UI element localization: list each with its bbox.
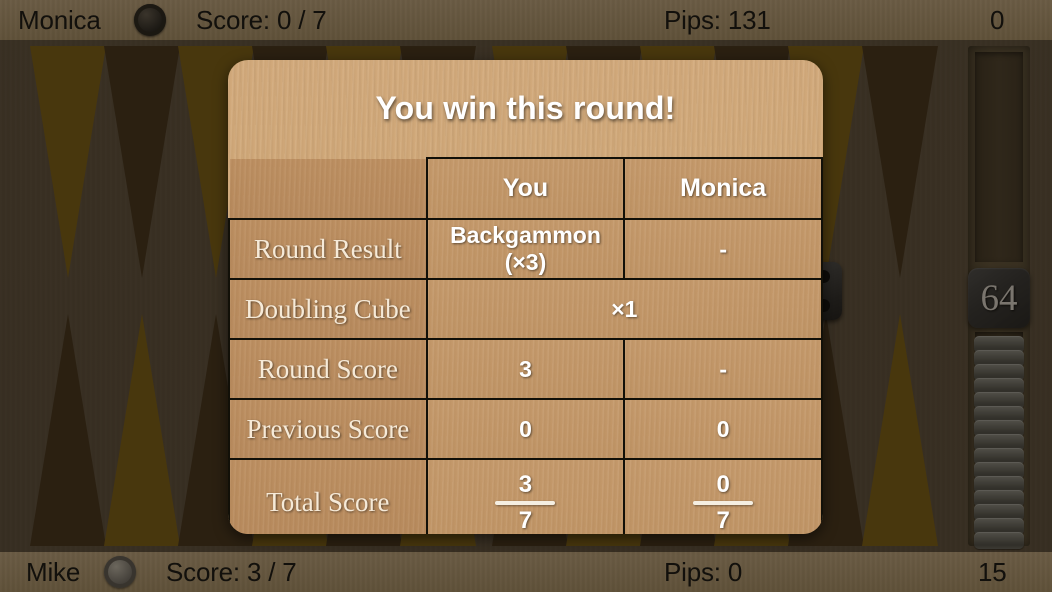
bottom-score: Score: 3 / 7 bbox=[166, 557, 297, 587]
total-score-opponent-fraction: 0 7 bbox=[625, 471, 821, 534]
total-score-opponent-denominator: 7 bbox=[716, 506, 730, 534]
light-checker-icon bbox=[104, 556, 136, 588]
round-result-opponent: - bbox=[623, 218, 823, 280]
header-you: You bbox=[425, 157, 626, 220]
bottom-borne-off-count: 15 bbox=[978, 557, 1007, 587]
bottom-info-bar: Mike Score: 3 / 7 Pips: 0 15 bbox=[0, 552, 1052, 592]
total-score-you: 3 7 bbox=[425, 458, 626, 534]
table-row: Previous Score 0 0 bbox=[228, 398, 823, 460]
doubling-cube-multiplier: ×1 bbox=[425, 278, 823, 340]
row-label-round-result: Round Result bbox=[228, 218, 428, 280]
top-pips: Pips: 131 bbox=[664, 5, 771, 35]
total-score-you-fraction: 3 7 bbox=[428, 471, 624, 534]
fraction-bar bbox=[495, 500, 556, 505]
row-label-doubling-cube: Doubling Cube bbox=[228, 278, 428, 340]
round-score-opponent: - bbox=[623, 338, 823, 400]
previous-score-opponent: 0 bbox=[623, 398, 823, 460]
bottom-pips: Pips: 0 bbox=[664, 557, 743, 587]
table-row: Round Score 3 - bbox=[228, 338, 823, 400]
total-score-you-numerator: 3 bbox=[518, 471, 533, 499]
row-label-round-score: Round Score bbox=[228, 338, 428, 400]
table-row: Doubling Cube ×1 bbox=[228, 278, 823, 340]
top-score: Score: 0 / 7 bbox=[196, 5, 327, 35]
fraction-bar bbox=[693, 500, 754, 505]
top-player-name: Monica bbox=[18, 5, 101, 35]
table-row: Total Score 3 7 0 7 bbox=[228, 458, 823, 534]
table-row: Round Result Backgammon (×3) - bbox=[228, 218, 823, 280]
top-borne-off-count: 0 bbox=[990, 5, 1005, 35]
dialog-title: You win this round! bbox=[375, 90, 676, 126]
header-blank-cell bbox=[229, 158, 428, 220]
game-screen: 64 Monica Score: 0 / 7 Pips: 131 0 Mike … bbox=[0, 0, 1052, 592]
dark-checker-icon bbox=[134, 4, 166, 36]
round-summary-table: You Monica Round Result Backgammon (×3) … bbox=[228, 157, 823, 534]
total-score-you-denominator: 7 bbox=[518, 506, 533, 534]
header-opponent: Monica bbox=[623, 157, 823, 220]
bottom-player-name: Mike bbox=[26, 557, 81, 587]
row-label-total-score: Total Score bbox=[228, 458, 428, 534]
round-result-dialog[interactable]: You win this round! You Monica Round Res… bbox=[228, 60, 823, 534]
table-header-row: You Monica bbox=[229, 157, 823, 220]
previous-score-you: 0 bbox=[425, 398, 626, 460]
total-score-opponent-numerator: 0 bbox=[716, 471, 730, 499]
total-score-opponent: 0 7 bbox=[623, 458, 823, 534]
round-score-you: 3 bbox=[425, 338, 626, 400]
row-label-previous-score: Previous Score bbox=[228, 398, 428, 460]
top-info-bar: Monica Score: 0 / 7 Pips: 131 0 bbox=[0, 0, 1052, 40]
round-result-you: Backgammon (×3) bbox=[425, 218, 626, 280]
